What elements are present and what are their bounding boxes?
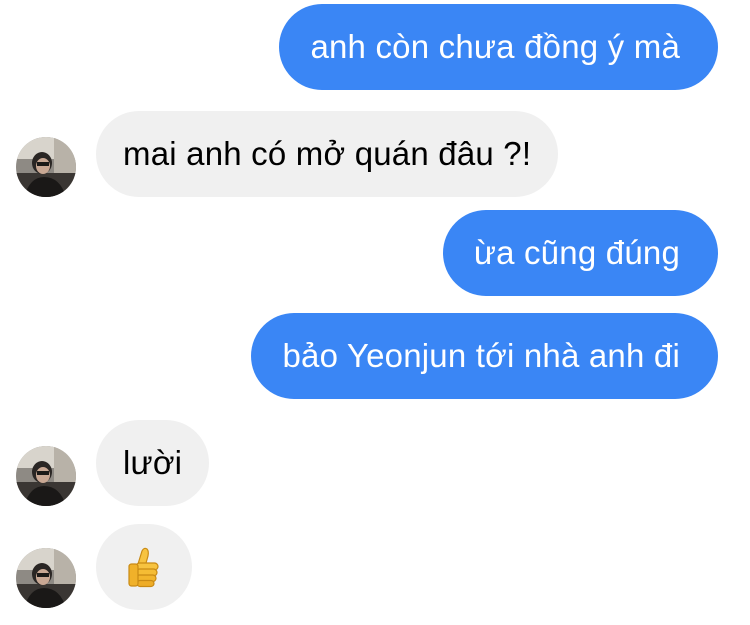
thumbs-up-icon	[128, 547, 159, 588]
message-text: ừa cũng đúng	[473, 234, 680, 271]
received-message-bubble[interactable]: lười	[96, 420, 210, 506]
message-text: anh còn chưa đồng ý mà	[310, 28, 680, 65]
contact-avatar[interactable]	[16, 137, 76, 197]
message-text: mai anh có mở quán đâu ?!	[123, 135, 532, 172]
sent-message-bubble[interactable]: bảo Yeonjun tới nhà anh đi	[251, 313, 718, 399]
sent-message-bubble[interactable]: ừa cũng đúng	[442, 210, 718, 296]
avatar-photo	[16, 548, 76, 608]
contact-avatar[interactable]	[16, 446, 76, 506]
received-emoji-bubble[interactable]	[96, 524, 192, 610]
received-message-bubble[interactable]: mai anh có mở quán đâu ?!	[96, 111, 559, 197]
contact-avatar[interactable]	[16, 548, 76, 608]
message-text: lười	[123, 444, 183, 481]
avatar-photo	[16, 137, 76, 197]
avatar-photo	[16, 446, 76, 506]
sent-message-bubble[interactable]: anh còn chưa đồng ý mà	[279, 4, 718, 90]
message-text: bảo Yeonjun tới nhà anh đi	[282, 337, 680, 374]
